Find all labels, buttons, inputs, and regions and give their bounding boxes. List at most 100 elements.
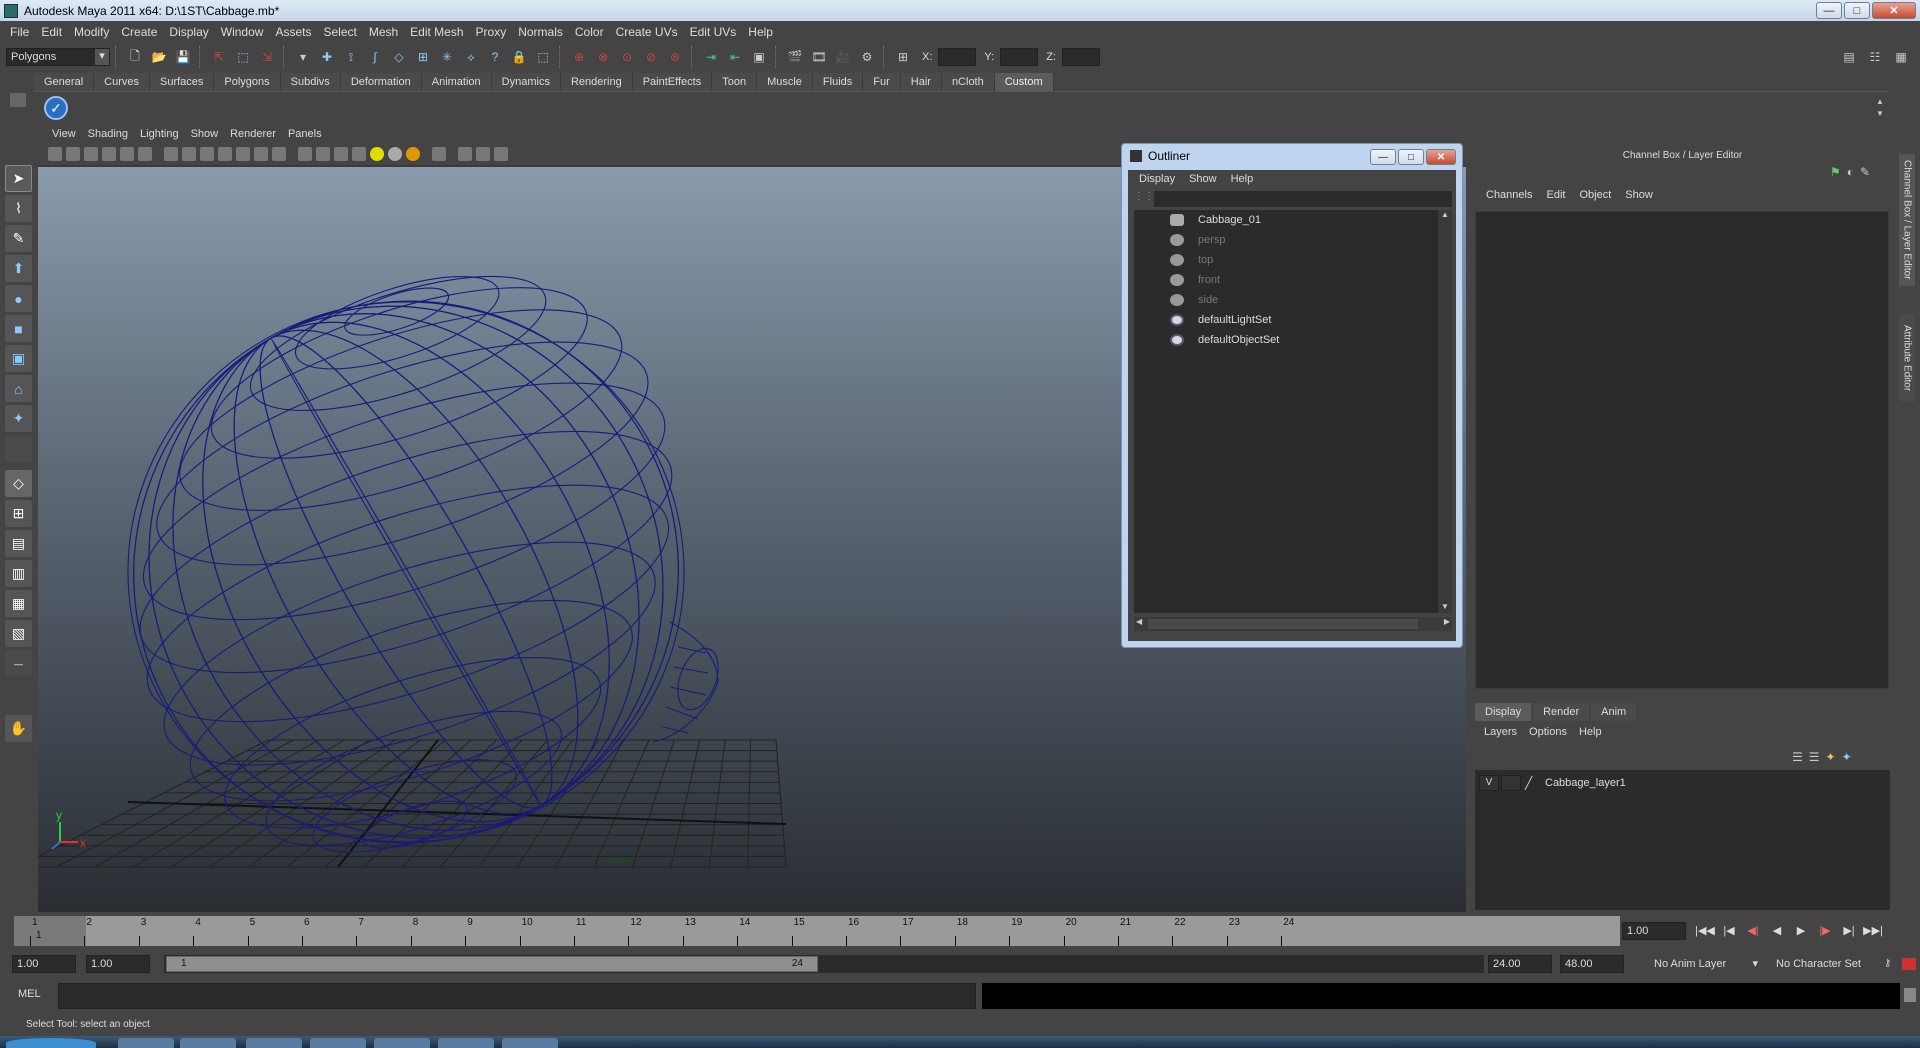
- snap-grid-icon[interactable]: ⊕: [568, 46, 590, 68]
- menu-edit-mesh[interactable]: Edit Mesh: [404, 25, 469, 39]
- play-backwards-icon[interactable]: ◀: [1766, 922, 1788, 940]
- menu-window[interactable]: Window: [215, 25, 270, 39]
- outliner-vertical-scrollbar[interactable]: ▲ ▼: [1438, 210, 1452, 613]
- select-misc-icon[interactable]: ?: [484, 46, 506, 68]
- gate-mask-icon[interactable]: [218, 147, 232, 161]
- soft-mod-tool-icon[interactable]: ⌂: [5, 375, 32, 402]
- y-input[interactable]: [1000, 48, 1039, 66]
- use-all-lights-icon[interactable]: [388, 147, 402, 161]
- shelf-tab-toon[interactable]: Toon: [712, 73, 758, 91]
- go-to-start-icon[interactable]: |◀◀: [1694, 922, 1716, 940]
- shelf-tab-general[interactable]: General: [34, 73, 95, 91]
- key-icon[interactable]: ⚷: [1884, 958, 1898, 970]
- select-dynamics-icon[interactable]: ✳: [436, 46, 458, 68]
- shelf-tab-custom[interactable]: Custom: [994, 73, 1054, 91]
- persp-trax-layout-icon[interactable]: ▧: [5, 620, 32, 647]
- smooth-shade-icon[interactable]: [316, 147, 330, 161]
- scroll-right-icon[interactable]: ▶: [1444, 617, 1450, 626]
- show-manipulator-icon[interactable]: ✦: [5, 405, 32, 432]
- new-layer-from-selected-icon[interactable]: ✦: [1842, 750, 1852, 764]
- input-ops-icon[interactable]: ⇥: [700, 46, 722, 68]
- outliner-window[interactable]: Outliner — □ ✕ Display Show Help ⋮⋮ Cabb…: [1121, 143, 1463, 648]
- film-gate-icon[interactable]: [182, 147, 196, 161]
- taskbar-button[interactable]: [180, 1038, 236, 1048]
- step-back-frame-icon[interactable]: ◀|: [1742, 922, 1764, 940]
- bookmarks-icon[interactable]: [84, 147, 98, 161]
- side-tab-attribute-editor[interactable]: Attribute Editor: [1899, 314, 1915, 402]
- menu-file[interactable]: File: [4, 25, 35, 39]
- maximize-button[interactable]: □: [1844, 2, 1870, 19]
- menu-set-dropdown[interactable]: Polygons ▾: [6, 48, 110, 66]
- taskbar-button[interactable]: [438, 1038, 494, 1048]
- layer-tab-display[interactable]: Display: [1475, 703, 1532, 721]
- x-input[interactable]: [938, 48, 977, 66]
- shelf-tab-fur[interactable]: Fur: [863, 73, 901, 91]
- persp-outliner-layout-icon[interactable]: ▤: [5, 530, 32, 557]
- select-deformations-icon[interactable]: ⊞: [412, 46, 434, 68]
- outliner-minimize-button[interactable]: —: [1370, 149, 1396, 165]
- safe-title-icon[interactable]: [272, 147, 286, 161]
- image-plane-icon[interactable]: [102, 147, 116, 161]
- hand-icon[interactable]: ✋: [5, 715, 32, 742]
- mask-dropdown-icon[interactable]: ▾: [292, 46, 314, 68]
- grease-pencil-icon[interactable]: [138, 147, 152, 161]
- outliner-filter-input[interactable]: [1154, 191, 1452, 207]
- viewport-menu-show[interactable]: Show: [185, 128, 225, 140]
- animation-start-input[interactable]: 1.00: [12, 955, 76, 973]
- viewport-menu-renderer[interactable]: Renderer: [224, 128, 282, 140]
- outliner-horizontal-scrollbar[interactable]: ◀ ▶: [1134, 617, 1452, 631]
- taskbar-button[interactable]: [246, 1038, 302, 1048]
- current-time-input[interactable]: 1.00: [1622, 922, 1686, 940]
- channel-box-menu-channels[interactable]: Channels: [1479, 189, 1539, 201]
- filter-icon[interactable]: ⋮⋮: [1134, 191, 1154, 207]
- channel-box-menu-show[interactable]: Show: [1618, 189, 1660, 201]
- scroll-down-icon[interactable]: ▼: [1438, 602, 1452, 611]
- menu-create-uvs[interactable]: Create UVs: [610, 25, 684, 39]
- go-to-end-icon[interactable]: ▶▶|: [1862, 922, 1884, 940]
- move-tool-icon[interactable]: ⬆: [5, 255, 32, 282]
- layout-options-icon[interactable]: —: [5, 650, 32, 677]
- rotate-tool-icon[interactable]: ●: [5, 285, 32, 312]
- shelf-tab-deformation[interactable]: Deformation: [340, 73, 422, 91]
- safe-action-icon[interactable]: [254, 147, 268, 161]
- playback-start-input[interactable]: 1.00: [86, 955, 150, 973]
- menu-modify[interactable]: Modify: [68, 25, 115, 39]
- horizontal-scroll-thumb[interactable]: [1148, 619, 1418, 629]
- layer-menu-layers[interactable]: Layers: [1478, 726, 1523, 738]
- outliner-item-cabbage[interactable]: Cabbage_01: [1134, 210, 1438, 230]
- close-button[interactable]: ✕: [1872, 2, 1916, 19]
- viewport-menu-lighting[interactable]: Lighting: [134, 128, 185, 140]
- channel-box-menu-edit[interactable]: Edit: [1539, 189, 1572, 201]
- shelf-tab-muscle[interactable]: Muscle: [757, 73, 813, 91]
- snap-point-icon[interactable]: ⊙: [616, 46, 638, 68]
- shelf-tab-ncloth[interactable]: nCloth: [941, 73, 995, 91]
- channel-box-menu-object[interactable]: Object: [1572, 189, 1618, 201]
- viewport-menu-shading[interactable]: Shading: [82, 128, 134, 140]
- backface-culling-icon[interactable]: [494, 147, 508, 161]
- hypershade-layout-icon[interactable]: ▦: [5, 590, 32, 617]
- outliner-item-top[interactable]: top: [1134, 250, 1438, 270]
- grid-icon[interactable]: [164, 147, 178, 161]
- range-slider-track[interactable]: 1 24: [164, 955, 1484, 973]
- channel-box-attributes[interactable]: [1475, 211, 1889, 689]
- command-language-toggle[interactable]: MEL: [18, 988, 41, 1000]
- persp-graph-layout-icon[interactable]: ▥: [5, 560, 32, 587]
- snap-view-plane-icon[interactable]: ⊘: [640, 46, 662, 68]
- snap-curve-icon[interactable]: ⊗: [592, 46, 614, 68]
- outliner-item-side[interactable]: side: [1134, 290, 1438, 310]
- channel-box-keyframe-icon[interactable]: ⚑: [1830, 165, 1841, 179]
- layer-color-icon[interactable]: ╱: [1525, 776, 1539, 790]
- menu-create[interactable]: Create: [115, 25, 163, 39]
- layer-menu-options[interactable]: Options: [1523, 726, 1573, 738]
- time-slider[interactable]: 1 1 2 3 4 5 6 7 8 9 10 11 12 13 14 15 16 17 18 19 20 21 22 23 2…: [0, 912, 1920, 950]
- resolution-gate-icon[interactable]: [200, 147, 214, 161]
- character-set-dropdown[interactable]: No Character Set: [1772, 955, 1882, 973]
- menu-normals[interactable]: Normals: [512, 25, 569, 39]
- scroll-up-icon[interactable]: ▲: [1438, 210, 1452, 219]
- channel-box-pin-icon[interactable]: ✎: [1860, 165, 1870, 179]
- shelf-tab-subdivs[interactable]: Subdivs: [280, 73, 341, 91]
- select-tool-icon[interactable]: ➤: [5, 165, 32, 192]
- isolate-select-icon[interactable]: [432, 147, 446, 161]
- new-empty-layer-icon[interactable]: ✦: [1826, 750, 1836, 764]
- last-tool-slot[interactable]: [5, 435, 32, 462]
